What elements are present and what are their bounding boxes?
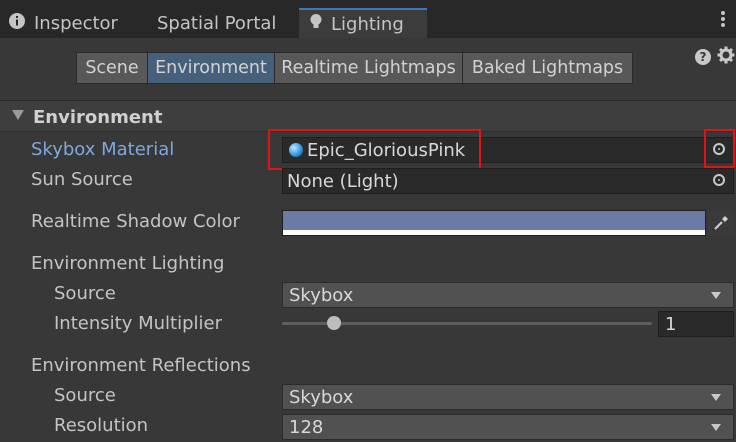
intensity-value-field[interactable]: 1 — [658, 311, 734, 337]
tab-label: Spatial Portal — [157, 12, 277, 34]
lighting-source-value: Skybox — [289, 284, 354, 306]
tab-inspector[interactable]: Inspector — [8, 8, 146, 38]
reflections-source-value: Skybox — [289, 386, 354, 408]
highlight-box-picker — [704, 129, 735, 168]
chevron-down-icon — [711, 424, 721, 431]
intensity-slider-thumb[interactable] — [326, 316, 341, 330]
environment-button[interactable]: Environment — [147, 52, 275, 84]
lighting-source-dropdown[interactable]: Skybox — [282, 282, 734, 308]
realtime-shadow-color-label: Realtime Shadow Color — [31, 211, 240, 232]
resolution-dropdown[interactable]: 128 — [282, 414, 734, 440]
sun-source-value: None (Light) — [287, 170, 399, 192]
shadow-color-swatch[interactable] — [282, 210, 706, 236]
tab-lighting[interactable]: Lighting — [299, 8, 427, 38]
highlight-box-material — [268, 129, 481, 170]
lighting-source-label: Source — [54, 283, 116, 304]
reflections-source-label: Source — [54, 385, 116, 406]
resolution-label: Resolution — [54, 415, 149, 436]
environment-reflections-label: Environment Reflections — [31, 355, 251, 376]
reflections-source-dropdown[interactable]: Skybox — [282, 384, 734, 410]
gear-icon[interactable] — [717, 45, 735, 69]
intensity-multiplier-label: Intensity Multiplier — [54, 313, 222, 334]
realtime-lightmaps-button[interactable]: Realtime Lightmaps — [274, 52, 463, 84]
environment-section-header[interactable]: Environment — [0, 100, 736, 132]
alpha-bar — [283, 230, 705, 235]
help-icon[interactable]: ? — [695, 49, 711, 65]
baked-lightmaps-button[interactable]: Baked Lightmaps — [462, 52, 633, 84]
resolution-value: 128 — [289, 416, 324, 438]
section-title: Environment — [33, 107, 163, 128]
lightbulb-icon — [309, 13, 323, 36]
window-tab-bar: Inspector Spatial Portal Lighting — [0, 0, 736, 38]
scene-button[interactable]: Scene — [76, 52, 148, 84]
chevron-down-icon — [711, 292, 721, 299]
sun-source-field[interactable]: None (Light) — [282, 168, 734, 194]
info-icon — [8, 12, 26, 35]
chevron-down-icon — [711, 394, 721, 401]
skybox-material-label: Skybox Material — [31, 139, 175, 160]
environment-lighting-label: Environment Lighting — [31, 253, 225, 274]
tab-label: Lighting — [331, 13, 404, 35]
tab-label: Inspector — [34, 12, 118, 34]
object-picker-icon[interactable] — [713, 174, 725, 186]
more-options-icon[interactable] — [720, 10, 726, 32]
foldout-arrow-icon[interactable] — [12, 110, 24, 120]
sun-source-label: Sun Source — [31, 169, 133, 190]
tab-spatial-portal[interactable]: Spatial Portal — [157, 8, 297, 38]
eyedropper-icon[interactable] — [708, 210, 734, 236]
